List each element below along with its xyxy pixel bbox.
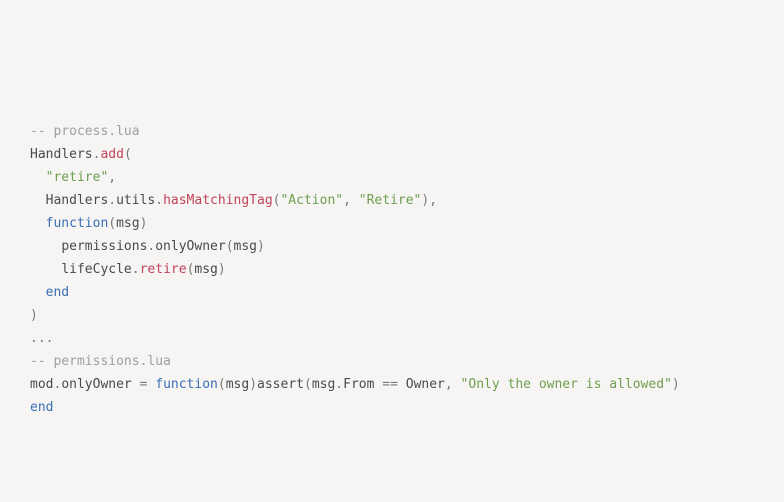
punct: .: [155, 193, 163, 208]
identifier: msg: [116, 216, 139, 231]
string-literal: "Retire": [359, 193, 422, 208]
string-literal: "retire": [46, 170, 109, 185]
identifier: lifeCycle: [61, 262, 131, 277]
keyword: function: [155, 377, 218, 392]
punct: .: [335, 377, 343, 392]
indent: [30, 239, 61, 254]
punct: ): [249, 377, 257, 392]
ellipsis: ...: [30, 331, 53, 346]
punct: (: [218, 377, 226, 392]
keyword: end: [46, 285, 69, 300]
punct: ): [30, 308, 38, 323]
punct: (: [304, 377, 312, 392]
punct: (: [108, 216, 116, 231]
punct: ,: [108, 170, 116, 185]
punct: ): [257, 239, 265, 254]
identifier: onlyOwner: [61, 377, 131, 392]
builtin: assert: [257, 377, 304, 392]
operator: ==: [374, 377, 405, 392]
identifier: From: [343, 377, 374, 392]
keyword: end: [30, 400, 53, 415]
method-name: hasMatchingTag: [163, 193, 273, 208]
method-name: retire: [140, 262, 187, 277]
identifier: msg: [194, 262, 217, 277]
operator: =: [132, 377, 155, 392]
punct: ): [672, 377, 688, 392]
identifier: mod: [30, 377, 53, 392]
identifier: msg: [226, 377, 249, 392]
punct: ): [140, 216, 148, 231]
identifier: utils: [116, 193, 155, 208]
identifier: msg: [234, 239, 257, 254]
identifier: msg: [312, 377, 335, 392]
punct: ): [218, 262, 226, 277]
identifier: Owner: [406, 377, 445, 392]
punct: ),: [421, 193, 437, 208]
indent: [30, 170, 46, 185]
punct: ,: [343, 193, 359, 208]
punct: .: [132, 262, 140, 277]
comment-line: -- permissions.lua: [30, 354, 171, 369]
indent: [30, 193, 46, 208]
identifier: permissions: [61, 239, 147, 254]
method-name: onlyOwner: [155, 239, 225, 254]
indent: [30, 262, 61, 277]
punct: (: [124, 147, 132, 162]
indent: [30, 285, 46, 300]
indent: [30, 216, 46, 231]
keyword: function: [46, 216, 109, 231]
comment-line: -- process.lua: [30, 124, 140, 139]
method-name: add: [100, 147, 123, 162]
identifier: Handlers: [30, 147, 93, 162]
string-literal: "Only the owner is allowed": [461, 377, 672, 392]
identifier: Handlers: [46, 193, 109, 208]
punct: (: [226, 239, 234, 254]
string-literal: "Action": [280, 193, 343, 208]
code-block: -- process.luaHandlers.add( "retire", Ha…: [30, 120, 754, 419]
punct: .: [108, 193, 116, 208]
punct: ,: [445, 377, 461, 392]
